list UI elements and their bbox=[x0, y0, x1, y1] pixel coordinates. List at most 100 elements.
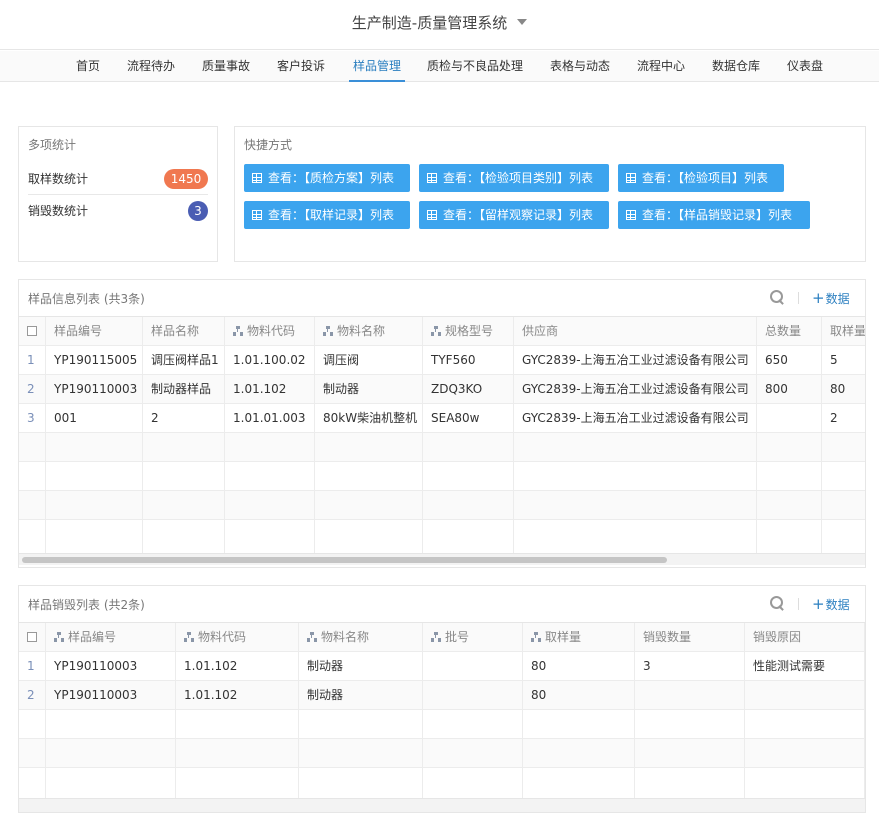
horizontal-scrollbar[interactable] bbox=[19, 553, 865, 565]
button-label: 查看：【检验项目】列表 bbox=[642, 171, 769, 185]
divider bbox=[798, 598, 799, 610]
row-number: 2 bbox=[19, 681, 46, 710]
empty-row bbox=[19, 433, 865, 462]
cell-material-name: 制动器 bbox=[315, 375, 423, 404]
stat-sampling-count[interactable]: 取样数统计 1450 bbox=[28, 163, 208, 195]
column-header[interactable]: 取样量 bbox=[523, 623, 635, 652]
hierarchy-icon bbox=[431, 632, 441, 642]
select-all-checkbox[interactable] bbox=[27, 326, 37, 336]
stats-title: 多项统计 bbox=[28, 138, 77, 152]
table-row[interactable]: 1 YP190115005 调压阀样品1 1.01.100.02 调压阀 TYF… bbox=[19, 346, 865, 375]
app-title-dropdown[interactable]: 生产制造-质量管理系统 bbox=[0, 12, 879, 33]
column-label: 物料名称 bbox=[321, 630, 370, 644]
column-header[interactable]: 样品名称 bbox=[143, 317, 225, 346]
empty-row bbox=[19, 768, 865, 798]
cell-total-qty bbox=[757, 404, 822, 433]
table-icon bbox=[626, 173, 636, 183]
column-header[interactable]: 物料代码 bbox=[225, 317, 315, 346]
cell-supplier: GYC2839-上海五冶工业过滤设备有限公司 bbox=[514, 404, 757, 433]
stat-destroy-count[interactable]: 销毁数统计 3 bbox=[28, 195, 208, 227]
column-header[interactable]: 样品编号 bbox=[46, 623, 176, 652]
cell-sample-no: YP190110003 bbox=[46, 375, 143, 404]
cell-sample-name: 制动器样品 bbox=[143, 375, 225, 404]
sample-info-table-panel: 样品信息列表 (共3条) +数据 样品编号 样品名称 物料代码 物料名称 规格型… bbox=[18, 279, 866, 568]
main-nav: 首页 流程待办 质量事故 客户投诉 样品管理 质检与不良品处理 表格与动态 流程… bbox=[0, 51, 879, 82]
divider bbox=[798, 292, 799, 304]
nav-data-warehouse[interactable]: 数据仓库 bbox=[712, 51, 760, 82]
column-header[interactable]: 供应商 bbox=[514, 317, 757, 346]
column-header[interactable]: 总数量 bbox=[757, 317, 822, 346]
button-label: 查看：【检验项目类别】列表 bbox=[443, 171, 594, 185]
scrollbar-thumb[interactable] bbox=[22, 557, 667, 563]
add-data-button[interactable]: +数据 bbox=[812, 595, 850, 613]
select-all-checkbox[interactable] bbox=[27, 632, 37, 642]
table-row[interactable]: 3 001 2 1.01.01.003 80kW柴油机整机 SEA80w GYC… bbox=[19, 404, 865, 433]
cell-destroy-qty bbox=[635, 681, 745, 710]
shortcut-inspection-item-button[interactable]: 查看：【检验项目】列表 bbox=[618, 164, 784, 192]
empty-row bbox=[19, 491, 865, 520]
cell-batch-no bbox=[423, 681, 523, 710]
column-header[interactable]: 销毁数量 bbox=[635, 623, 745, 652]
add-data-button[interactable]: +数据 bbox=[812, 289, 850, 307]
cell-sample-no: 001 bbox=[46, 404, 143, 433]
column-header[interactable]: 样品编号 bbox=[46, 317, 143, 346]
nav-inspection-defects[interactable]: 质检与不良品处理 bbox=[427, 51, 523, 82]
nav-quality-accident[interactable]: 质量事故 bbox=[202, 51, 250, 82]
add-label: 数据 bbox=[825, 598, 850, 612]
shortcut-inspection-plan-button[interactable]: 查看：【质检方案】列表 bbox=[244, 164, 410, 192]
empty-row bbox=[19, 462, 865, 491]
shortcut-sample-destroy-button[interactable]: 查看：【样品销毁记录】列表 bbox=[618, 201, 810, 229]
nav-sample-management[interactable]: 样品管理 bbox=[349, 51, 405, 82]
cell-total-qty: 650 bbox=[757, 346, 822, 375]
column-header[interactable]: 销毁原因 bbox=[745, 623, 865, 652]
stat-label: 取样数统计 bbox=[28, 172, 89, 186]
column-label: 物料代码 bbox=[198, 630, 247, 644]
table-row[interactable]: 2 YP190110003 1.01.102 制动器 80 bbox=[19, 681, 865, 710]
column-header[interactable]: 规格型号 bbox=[423, 317, 514, 346]
cell-material-name: 调压阀 bbox=[315, 346, 423, 375]
nav-workflow-center[interactable]: 流程中心 bbox=[637, 51, 685, 82]
shortcut-sampling-record-button[interactable]: 查看：【取样记录】列表 bbox=[244, 201, 410, 229]
cell-supplier: GYC2839-上海五冶工业过滤设备有限公司 bbox=[514, 346, 757, 375]
table-title: 样品信息列表 (共3条) bbox=[28, 292, 145, 306]
top-bar: 生产制造-质量管理系统 bbox=[0, 0, 879, 50]
table-toolbar: 样品信息列表 (共3条) +数据 bbox=[19, 280, 865, 316]
table-row[interactable]: 2 YP190110003 制动器样品 1.01.102 制动器 ZDQ3KO … bbox=[19, 375, 865, 404]
empty-row bbox=[19, 520, 865, 553]
button-label: 查看：【留样观察记录】列表 bbox=[443, 208, 594, 222]
table-title: 样品销毁列表 (共2条) bbox=[28, 598, 145, 612]
search-icon[interactable] bbox=[770, 596, 784, 610]
shortcut-inspection-category-button[interactable]: 查看：【检验项目类别】列表 bbox=[419, 164, 609, 192]
nav-home[interactable]: 首页 bbox=[76, 51, 100, 82]
nav-customer-complaint[interactable]: 客户投诉 bbox=[277, 51, 325, 82]
hierarchy-icon bbox=[531, 632, 541, 642]
cell-destroy-reason bbox=[745, 681, 865, 710]
shortcuts-title: 快捷方式 bbox=[244, 138, 293, 152]
select-all-cell[interactable] bbox=[19, 317, 46, 346]
nav-dashboard[interactable]: 仪表盘 bbox=[787, 51, 823, 82]
column-header[interactable]: 取样量 bbox=[822, 317, 865, 346]
cell-spec-model: SEA80w bbox=[423, 404, 514, 433]
nav-workflow-todo[interactable]: 流程待办 bbox=[127, 51, 175, 82]
table-icon bbox=[626, 210, 636, 220]
cell-sample-qty: 2 bbox=[822, 404, 865, 433]
count-badge: 1450 bbox=[164, 169, 208, 189]
select-all-cell[interactable] bbox=[19, 623, 46, 652]
cell-sample-qty: 80 bbox=[523, 652, 635, 681]
search-icon[interactable] bbox=[770, 290, 784, 304]
hierarchy-icon bbox=[431, 326, 441, 336]
table-row[interactable]: 1 YP190110003 1.01.102 制动器 80 3 性能测试需要 bbox=[19, 652, 865, 681]
table-footer-bar bbox=[19, 798, 865, 812]
column-header[interactable]: 物料名称 bbox=[299, 623, 423, 652]
column-header[interactable]: 批号 bbox=[423, 623, 523, 652]
cell-destroy-qty: 3 bbox=[635, 652, 745, 681]
column-label: 取样量 bbox=[545, 630, 582, 644]
row-number: 2 bbox=[19, 375, 46, 404]
shortcuts-panel: 快捷方式 查看：【质检方案】列表 查看：【检验项目类别】列表 查看：【检验项目】… bbox=[234, 126, 866, 262]
shortcut-retention-observation-button[interactable]: 查看：【留样观察记录】列表 bbox=[419, 201, 609, 229]
nav-tables-dynamics[interactable]: 表格与动态 bbox=[550, 51, 610, 82]
hierarchy-icon bbox=[184, 632, 194, 642]
column-header[interactable]: 物料名称 bbox=[315, 317, 423, 346]
plus-icon: + bbox=[812, 595, 825, 613]
column-header[interactable]: 物料代码 bbox=[176, 623, 299, 652]
